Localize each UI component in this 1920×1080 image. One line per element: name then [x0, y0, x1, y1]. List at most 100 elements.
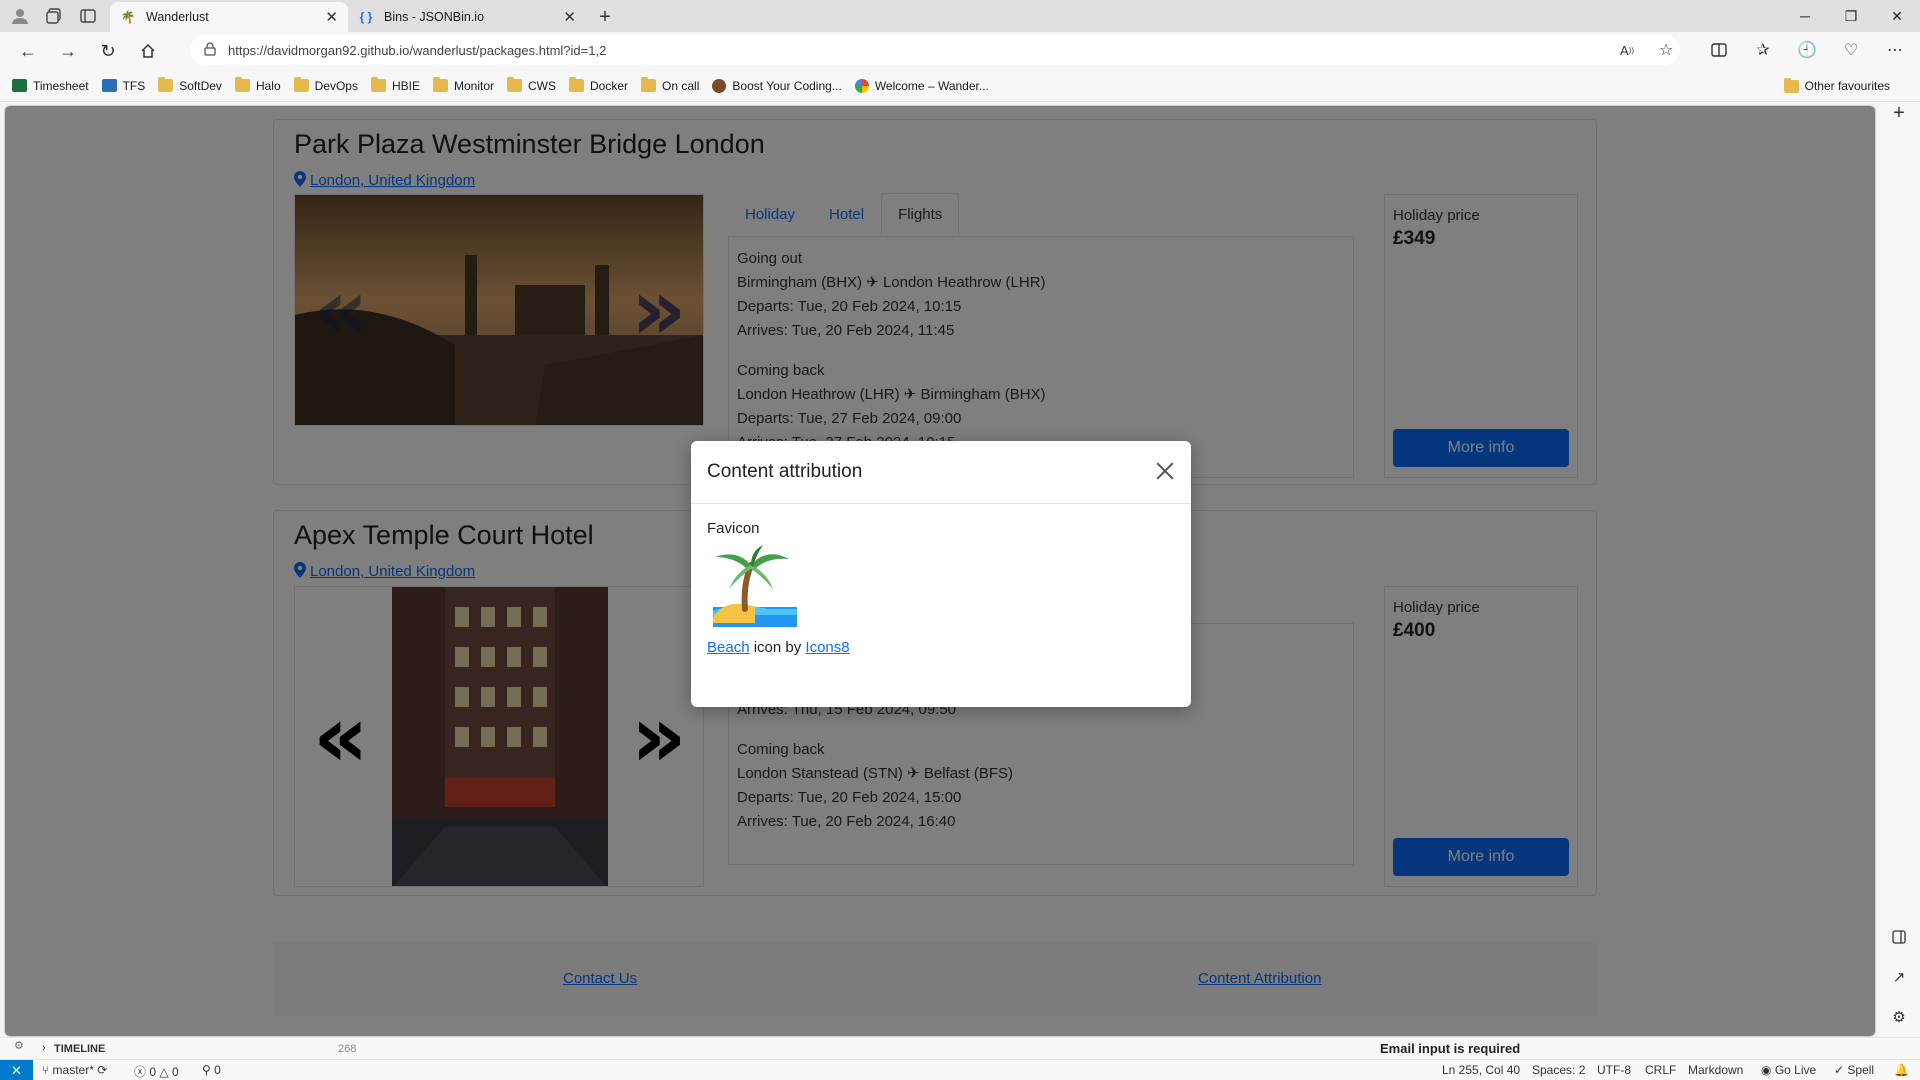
folder-icon	[158, 77, 174, 92]
palm-tree-icon: 🌴	[120, 10, 136, 24]
tab-jsonbin[interactable]: { } Bins - JSONBin.io ✕	[348, 2, 586, 32]
address-bar[interactable]: https://davidmorgan92.github.io/wanderlu…	[190, 35, 1680, 65]
browser-title-bar: 🌴 Wanderlust ✕ { } Bins - JSONBin.io ✕ +…	[0, 0, 1920, 32]
folder-icon	[370, 77, 386, 92]
bookmark-monitor[interactable]: Monitor	[433, 77, 494, 93]
warning-icon: △	[159, 1065, 169, 1079]
timeline-panel[interactable]: ⚙ › TIMELINE 268 Email input is required	[0, 1037, 1920, 1059]
modal-header: Content attribution	[691, 441, 1191, 504]
close-tab-icon[interactable]: ✕	[325, 8, 338, 26]
bookmark-boost-your-coding[interactable]: Boost Your Coding...	[712, 78, 842, 93]
attribution-line: Beach icon by Icons8	[707, 639, 850, 656]
problems-status[interactable]: ⓧ 0 △ 0	[134, 1063, 179, 1080]
bookmark-timesheet[interactable]: Timesheet	[12, 79, 89, 93]
go-live-status[interactable]: ◉ Go Live	[1761, 1063, 1816, 1077]
bookmark-softdev[interactable]: SoftDev	[158, 77, 222, 93]
favicon-heading: Favicon	[707, 520, 760, 537]
packages-page: Park Plaza Westminster Bridge London Lon…	[5, 106, 1875, 1036]
close-window-icon[interactable]: ✕	[1874, 0, 1920, 32]
refresh-icon[interactable]: ↻	[88, 35, 128, 67]
bookmark-on-call[interactable]: On call	[641, 77, 699, 93]
bookmark-other-favourites[interactable]: Other favourites	[1783, 77, 1890, 93]
folder-icon	[433, 77, 448, 92]
new-tab-icon[interactable]: +	[590, 2, 620, 32]
braces-icon: { }	[359, 10, 373, 24]
google-icon	[854, 78, 869, 93]
avatar-icon	[712, 78, 727, 93]
folder-icon	[234, 77, 250, 92]
sync-icon: ⟳	[97, 1063, 108, 1077]
folder-icon	[1783, 77, 1799, 93]
spell-status[interactable]: ✓ Spell	[1834, 1063, 1874, 1077]
profile-icon[interactable]	[6, 2, 34, 30]
navigation-bar: ← → ↻ https://davidmorgan92.github.io/wa…	[0, 32, 1920, 70]
edge-sidebar: + ↗ ⚙	[1878, 102, 1920, 1044]
sidebar-panel-icon[interactable]	[1888, 926, 1910, 948]
check-icon: ✓	[1834, 1063, 1845, 1077]
add-sidebar-icon[interactable]: +	[1888, 102, 1910, 124]
bookmarks-bar: Timesheet TFS SoftDev Halo DevOps HBIE M…	[0, 70, 1920, 102]
bookmark-devops[interactable]: DevOps	[293, 77, 358, 93]
folder-icon	[507, 77, 523, 92]
beach-palm-icon	[713, 545, 797, 627]
language-mode[interactable]: Markdown	[1688, 1063, 1743, 1077]
git-branch-icon: ⑂	[42, 1063, 50, 1077]
indentation-status[interactable]: Spaces: 2	[1532, 1063, 1585, 1077]
modal-body: Favicon Beach icon by Icons8	[691, 504, 1191, 672]
tab-title: Bins - JSONBin.io	[384, 10, 485, 24]
forward-icon[interactable]: →	[48, 35, 88, 67]
split-screen-icon[interactable]	[1704, 35, 1734, 65]
lock-icon[interactable]	[204, 41, 216, 59]
bookmark-cws[interactable]: CWS	[507, 77, 556, 93]
restore-icon[interactable]: ❐	[1828, 0, 1874, 32]
browser-essentials-icon[interactable]: ♡	[1836, 35, 1866, 65]
close-tab-icon[interactable]: ✕	[563, 8, 576, 26]
validation-message: Email input is required	[1380, 1041, 1521, 1056]
chevron-right-icon: ›	[42, 1042, 46, 1054]
tab-title: Wanderlust	[146, 10, 209, 24]
read-aloud-icon[interactable]: A))	[1612, 35, 1642, 65]
excel-icon	[12, 79, 27, 92]
beach-link[interactable]: Beach	[707, 639, 750, 656]
favorites-icon[interactable]: ✰	[1748, 35, 1778, 65]
tab-actions-icon[interactable]	[74, 2, 102, 30]
eol-status[interactable]: CRLF	[1645, 1063, 1676, 1077]
bookmark-tfs[interactable]: TFS	[101, 79, 145, 93]
cursor-position[interactable]: Ln 255, Col 40	[1442, 1063, 1520, 1077]
bookmark-docker[interactable]: Docker	[569, 77, 628, 93]
status-bar: ✕ ⑂ master* ⟳ ⓧ 0 △ 0 ⚲ 0 Ln 255, Col 40…	[0, 1059, 1920, 1080]
open-external-icon[interactable]: ↗	[1888, 966, 1910, 988]
close-icon[interactable]	[1153, 459, 1177, 483]
remote-icon[interactable]: ✕	[0, 1060, 33, 1080]
vscode-window: ⚙ › TIMELINE 268 Email input is required…	[0, 1037, 1920, 1080]
ports-status[interactable]: ⚲ 0	[202, 1063, 221, 1077]
error-icon: ⓧ	[134, 1065, 147, 1079]
encoding-status[interactable]: UTF-8	[1597, 1063, 1631, 1077]
back-icon[interactable]: ←	[8, 35, 48, 67]
collections-icon[interactable]	[40, 2, 68, 30]
tab-wanderlust[interactable]: 🌴 Wanderlust ✕	[110, 2, 348, 32]
page-viewport: Park Plaza Westminster Bridge London Lon…	[4, 105, 1876, 1037]
url-text: https://davidmorgan92.github.io/wanderlu…	[228, 42, 607, 58]
bookmark-hbie[interactable]: HBIE	[370, 77, 420, 93]
settings-gear-icon[interactable]: ⚙	[1888, 1006, 1910, 1028]
line-number: 268	[338, 1043, 357, 1055]
broadcast-icon: ⚲	[202, 1063, 211, 1077]
favorite-star-icon[interactable]: ☆	[1651, 35, 1681, 65]
icons8-link[interactable]: Icons8	[805, 639, 849, 656]
minimize-icon[interactable]: ─	[1782, 0, 1828, 32]
folder-icon	[569, 77, 585, 92]
branch-status[interactable]: ⑂ master* ⟳	[42, 1063, 107, 1077]
bell-icon[interactable]: 🔔	[1894, 1063, 1909, 1077]
timeline-label: TIMELINE	[54, 1043, 106, 1055]
home-icon[interactable]	[128, 35, 168, 67]
gear-icon[interactable]: ⚙	[14, 1039, 24, 1052]
broadcast-icon: ◉	[1761, 1063, 1772, 1077]
folder-icon	[293, 77, 309, 92]
bookmark-halo[interactable]: Halo	[234, 77, 281, 93]
modal-title: Content attribution	[707, 461, 863, 482]
bookmark-welcome-wander[interactable]: Welcome – Wander...	[854, 78, 989, 93]
tfs-icon	[101, 79, 117, 92]
history-icon[interactable]: 🕘	[1792, 35, 1822, 65]
more-options-icon[interactable]: ⋯	[1880, 35, 1910, 65]
